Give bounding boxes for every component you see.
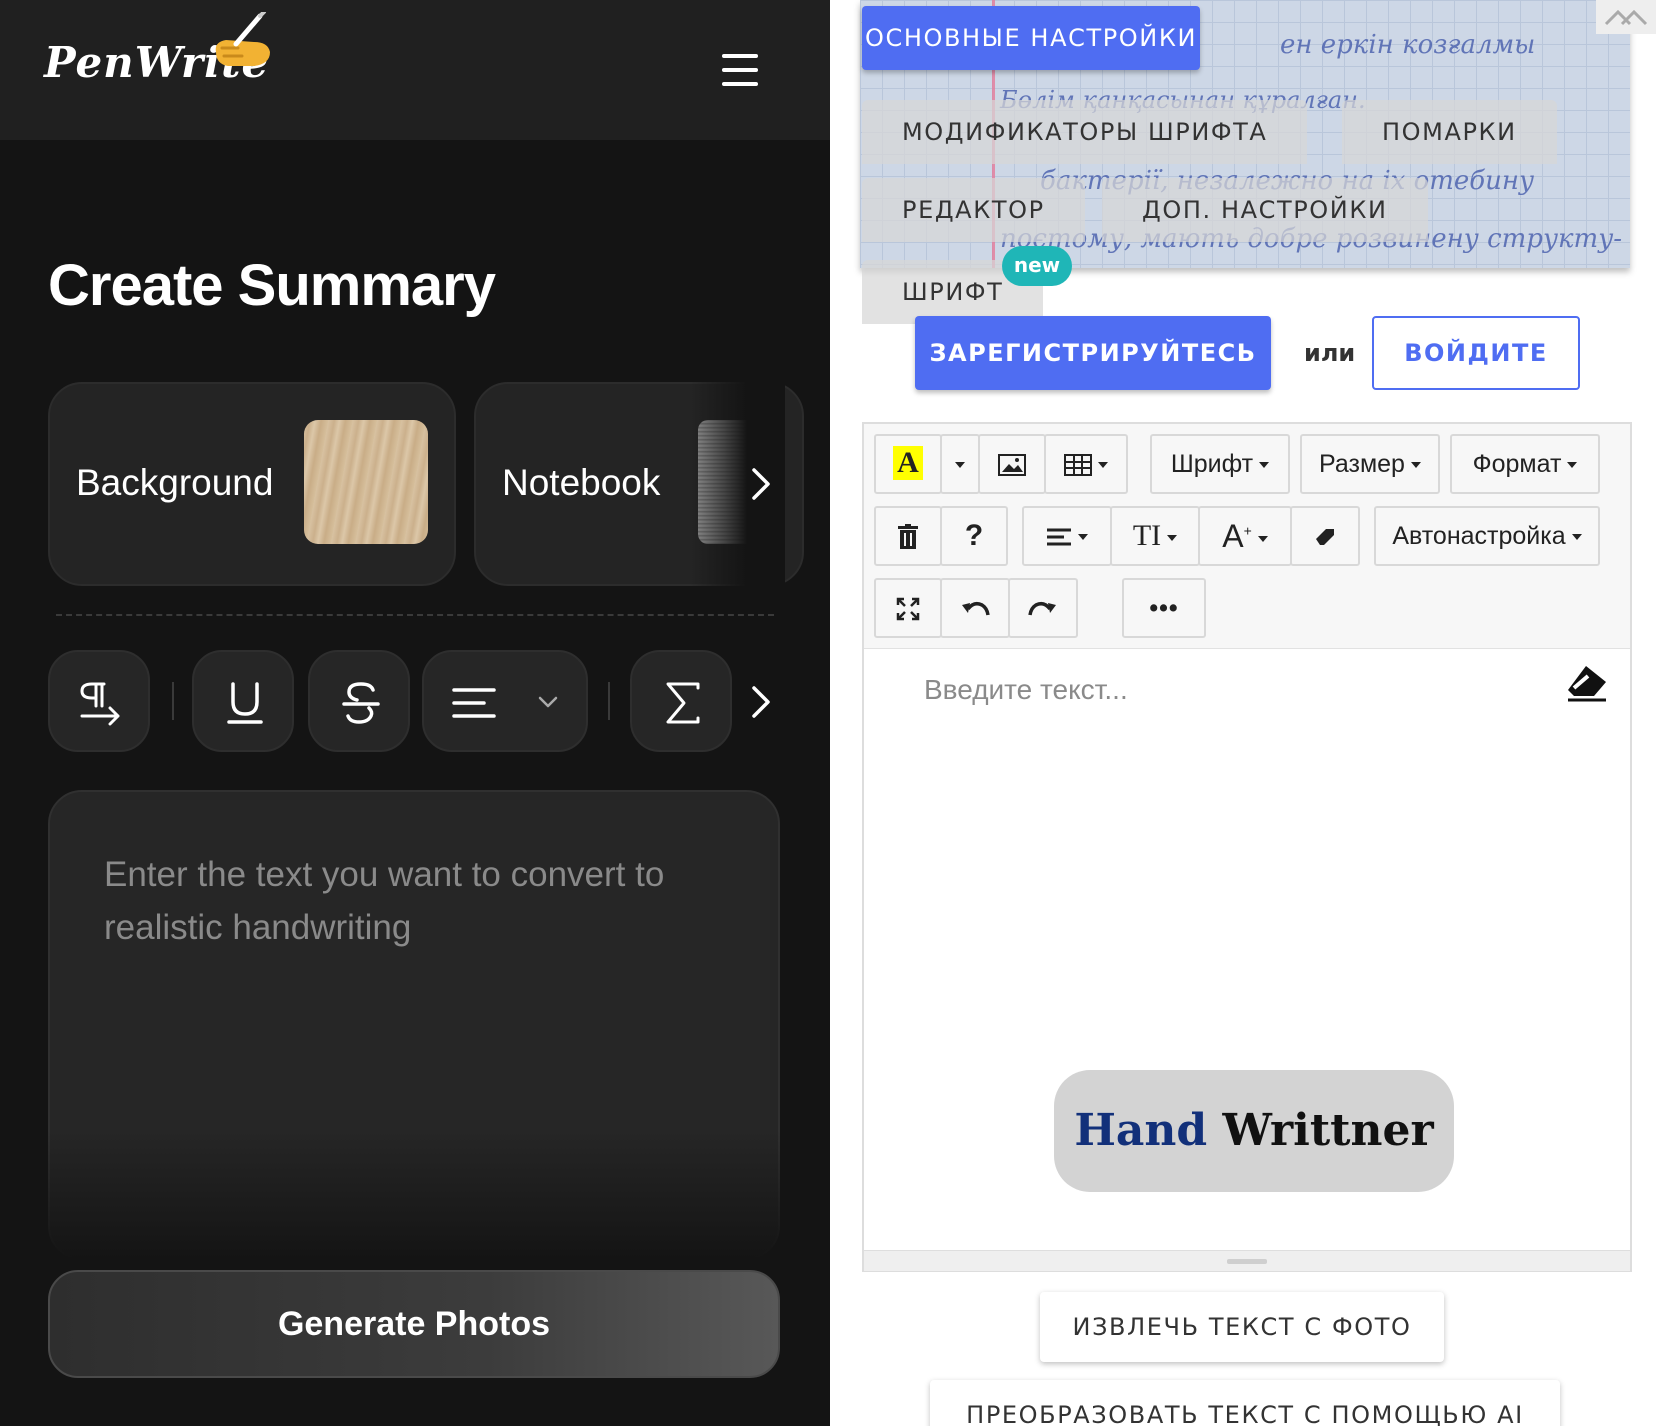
underline-button[interactable] [192,650,294,752]
autotune-label: Автонастройка [1392,522,1566,550]
font-dropdown-label: Шрифт [1170,450,1254,478]
handwrittner-panel: ен еркін козғалмы Бөлім қанқасынан құрал… [830,0,1656,1426]
tab-blots[interactable]: ПОМАРКИ [1342,100,1557,164]
app-header: PenWrite [0,0,830,140]
hamburger-menu-icon[interactable] [720,52,760,88]
text-editor: A Шрифт Размер Формат ? TI A+ Автонастро… [862,422,1632,1272]
logo-part-hand: Hand [1074,1105,1208,1156]
tab-font-modifiers[interactable]: МОДИФИКАТОРЫ ШРИФТА [862,100,1308,164]
underline-icon [227,682,263,724]
strikethrough-button[interactable] [308,650,410,752]
text-size-dropdown[interactable]: TI [1110,506,1200,566]
size-dropdown-label: Размер [1319,450,1405,478]
strikethrough-icon [342,682,380,724]
editor-placeholder: Введите текст... [924,674,1128,705]
font-color-icon: A [893,446,923,480]
insert-image-button[interactable] [978,434,1046,494]
writing-hand-icon [215,12,270,66]
handwrittner-logo: Hand Writtner [1054,1070,1454,1192]
logo-part-writtner: Writtner [1222,1105,1434,1156]
fullscreen-icon [896,598,920,621]
align-icon [1047,528,1071,546]
undo-button[interactable] [940,578,1010,638]
tool-separator [608,682,610,720]
table-icon [1064,454,1092,477]
new-badge: new [1002,246,1072,286]
paragraph-direction-button[interactable] [48,650,150,752]
editor-toolbar: A Шрифт Размер Формат ? TI A+ Автонастро… [864,424,1630,649]
text-input-placeholder: Enter the text you want to convert to re… [104,855,665,947]
tab-editor[interactable]: РЕДАКТОР [862,178,1085,242]
background-card-label: Background [76,462,274,503]
chevron-right-icon[interactable] [748,682,774,722]
text-area-fade [48,1130,780,1260]
generate-photos-button[interactable]: Generate Photos [48,1270,780,1378]
more-options-button[interactable]: ••• [1122,578,1206,638]
sigma-icon [666,682,700,724]
background-card[interactable]: Background [48,382,456,586]
clear-format-icon [1316,529,1334,546]
insert-table-button[interactable] [1044,434,1128,494]
wood-texture-thumbnail [304,420,428,544]
extract-text-from-photo-button[interactable]: ИЗВЛЕЧЬ ТЕКСТ С ФОТО [1040,1292,1444,1362]
font-size-dropdown[interactable]: A+ [1198,506,1292,566]
paragraph-align-dropdown[interactable] [1022,506,1112,566]
register-button[interactable]: ЗАРЕГИСТРИРУЙТЕСЬ [915,316,1271,390]
align-left-icon [452,688,496,718]
paragraph-direction-icon [80,682,120,726]
size-dropdown[interactable]: Размер [1300,434,1440,494]
ai-convert-text-button[interactable]: ПРЕОБРАЗОВАТЬ ТЕКСТ С ПОМОЩЬЮ AI [930,1380,1560,1426]
notebook-card-label: Notebook [502,462,661,503]
eraser-icon[interactable] [1564,662,1610,702]
resize-grip[interactable] [1227,1259,1267,1264]
redo-button[interactable] [1008,578,1078,638]
delete-button[interactable] [874,506,942,566]
collapse-icon[interactable] [1596,0,1656,34]
chevron-down-icon [538,696,558,708]
formula-button[interactable] [630,650,732,752]
tab-extra-settings[interactable]: ДОП. НАСТРОЙКИ [1102,178,1428,242]
or-text: или [1304,339,1356,367]
autotune-dropdown[interactable]: Автонастройка [1374,506,1600,566]
tab-main-settings[interactable]: ОСНОВНЫЕ НАСТРОЙКИ [862,6,1200,70]
clear-format-button[interactable] [1290,506,1360,566]
chevron-right-icon[interactable] [748,464,774,504]
redo-icon [1028,602,1056,616]
fullscreen-button[interactable] [874,578,942,638]
undo-icon [962,602,990,616]
login-button[interactable]: ВОЙДИТЕ [1372,316,1580,390]
image-icon [998,454,1026,477]
tool-separator [172,682,174,720]
font-dropdown[interactable]: Шрифт [1150,434,1290,494]
font-size-icon: A [1222,518,1244,554]
alignment-dropdown[interactable] [422,650,588,752]
page-title: Create Summary [48,253,496,318]
font-color-button[interactable]: A [874,434,942,494]
editor-resize-bar[interactable] [864,1250,1630,1271]
format-dropdown-label: Формат [1472,450,1562,478]
handwriting-decoration: ен еркін козғалмы [1280,30,1536,60]
divider [56,614,774,616]
trash-icon [898,524,918,550]
format-dropdown[interactable]: Формат [1450,434,1600,494]
help-button[interactable]: ? [940,506,1008,566]
font-color-dropdown[interactable] [940,434,980,494]
penwrite-panel: PenWrite Create Summary Background Noteb… [0,0,830,1426]
text-size-icon: TI [1132,519,1162,552]
